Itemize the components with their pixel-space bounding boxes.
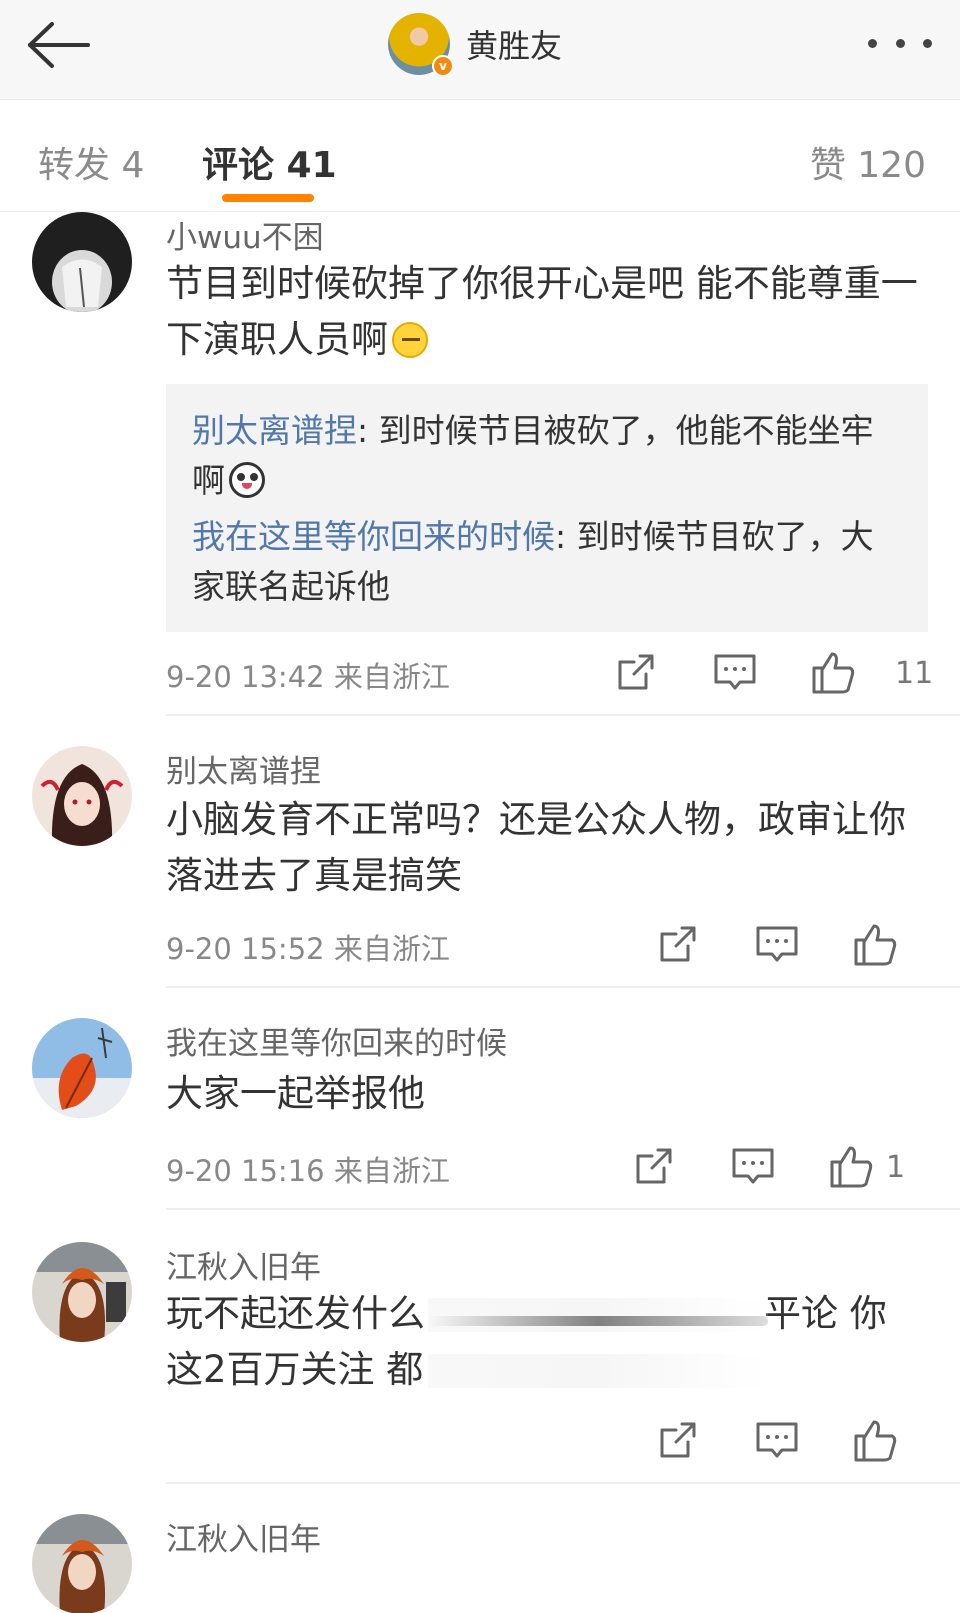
comment-username[interactable]: 我在这里等你回来的时候: [166, 1018, 507, 1063]
reply-username[interactable]: 别太离谱捏: [192, 411, 357, 450]
comment-time: 9-20 13:42: [166, 660, 325, 694]
redaction-blur: [428, 1298, 768, 1332]
comment-location: 来自浙江: [333, 1154, 450, 1188]
avatar[interactable]: v: [388, 13, 454, 77]
share-icon[interactable]: [652, 920, 702, 970]
comment-item: 小wuu不困 节目到时候砍掉了你很开心是吧 能不能尊重一下演职人员啊 别太离谱捏…: [0, 212, 960, 716]
comment-username[interactable]: 别太离谱捏: [166, 746, 321, 791]
smirk-emoji-icon: [392, 322, 428, 358]
comment-icon[interactable]: [752, 920, 802, 970]
avatar[interactable]: [32, 746, 132, 846]
comment-text: 大家一起举报他: [166, 1072, 425, 1115]
comment-text-start: 玩不起还发什么: [166, 1292, 425, 1335]
account-name: 黄胜友: [466, 27, 563, 65]
avatar[interactable]: [32, 1242, 132, 1342]
comment-text-body: 节目到时候砍掉了你很开心是吧 能不能尊重一下演职人员啊: [166, 262, 918, 361]
share-icon[interactable]: [610, 648, 660, 698]
comment-time: 9-20 15:16: [166, 1154, 325, 1188]
avatar[interactable]: [32, 1514, 132, 1613]
like-count: 11: [895, 656, 934, 691]
like-icon[interactable]: [808, 648, 858, 698]
redaction-blur: [428, 1316, 768, 1326]
more-dots-icon[interactable]: [868, 28, 932, 58]
divider: [166, 986, 960, 988]
reply-username[interactable]: 我在这里等你回来的时候: [192, 517, 555, 556]
account-title[interactable]: v 黄胜友: [388, 12, 563, 77]
divider: [166, 1482, 960, 1484]
comment-icon[interactable]: [710, 648, 760, 698]
share-icon[interactable]: [628, 1142, 678, 1192]
comment-username[interactable]: 江秋入旧年: [166, 1242, 321, 1287]
avatar[interactable]: [32, 1018, 132, 1118]
comment-location: 来自浙江: [333, 660, 450, 694]
comment-item: 江秋入旧年 玩不起还发什么 平论 你 这2百万关注 都: [0, 1242, 960, 1482]
like-icon[interactable]: [826, 1142, 876, 1192]
divider: [166, 714, 960, 716]
arrow-left-icon[interactable]: [22, 18, 92, 72]
divider: [166, 1208, 960, 1210]
comment-time: 9-20 15:52: [166, 932, 325, 966]
comment-item: 别太离谱捏 小脑发育不正常吗？还是公众人物，政审让你落进去了真是搞笑 9-20 …: [0, 746, 960, 986]
tab-comments[interactable]: 评论 41: [202, 136, 337, 188]
tab-reposts[interactable]: 转发 4: [38, 136, 144, 188]
comment-meta: 9-20 15:52 来自浙江: [166, 926, 450, 968]
verified-badge-icon: v: [432, 55, 454, 77]
comment-username[interactable]: 小wuu不困: [166, 212, 324, 257]
comment-text: 小脑发育不正常吗？还是公众人物，政审让你落进去了真是搞笑: [166, 798, 906, 897]
reply-item: 我在这里等你回来的时候: 到时候节目砍了，大家联名起诉他: [192, 512, 902, 612]
comment-text-end: 平论 你: [764, 1292, 887, 1335]
comment-icon[interactable]: [728, 1142, 778, 1192]
panda-emoji-icon: [229, 462, 265, 498]
comment-item: 我在这里等你回来的时候 大家一起举报他 9-20 15:16 来自浙江 1: [0, 1018, 960, 1208]
comment-meta: 9-20 13:42 来自浙江: [166, 654, 450, 696]
comment-actions: 1: [628, 1142, 948, 1192]
comment-text-line2: 这2百万关注 都: [166, 1348, 424, 1391]
comment-item: 江秋入旧年: [0, 1514, 960, 1613]
top-bar: v 黄胜友: [0, 0, 960, 100]
tab-bar: 转发 4 评论 41 赞 120: [0, 100, 960, 212]
reply-item: 别太离谱捏: 到时候节目被砍了，他能不能坐牢啊: [192, 406, 902, 506]
comment-actions: 11: [610, 648, 934, 698]
comment-username[interactable]: 江秋入旧年: [166, 1514, 321, 1559]
comment-meta: 9-20 15:16 来自浙江: [166, 1148, 450, 1190]
like-icon[interactable]: [850, 920, 900, 970]
share-icon[interactable]: [652, 1416, 702, 1466]
comment-text: 节目到时候砍掉了你很开心是吧 能不能尊重一下演职人员啊: [166, 256, 926, 368]
redaction-blur: [428, 1354, 768, 1388]
comment-actions: [652, 920, 960, 970]
active-tab-indicator: [222, 194, 314, 202]
tab-likes[interactable]: 赞 120: [810, 136, 926, 188]
comment-text: 玩不起还发什么 平论 你 这2百万关注 都: [166, 1286, 926, 1406]
comment-icon[interactable]: [752, 1416, 802, 1466]
like-count: 1: [886, 1150, 906, 1185]
reply-box[interactable]: 别太离谱捏: 到时候节目被砍了，他能不能坐牢啊 我在这里等你回来的时候: 到时候…: [166, 384, 928, 632]
comment-location: 来自浙江: [333, 932, 450, 966]
avatar[interactable]: [32, 212, 132, 312]
like-icon[interactable]: [850, 1416, 900, 1466]
comment-actions: [652, 1416, 960, 1466]
